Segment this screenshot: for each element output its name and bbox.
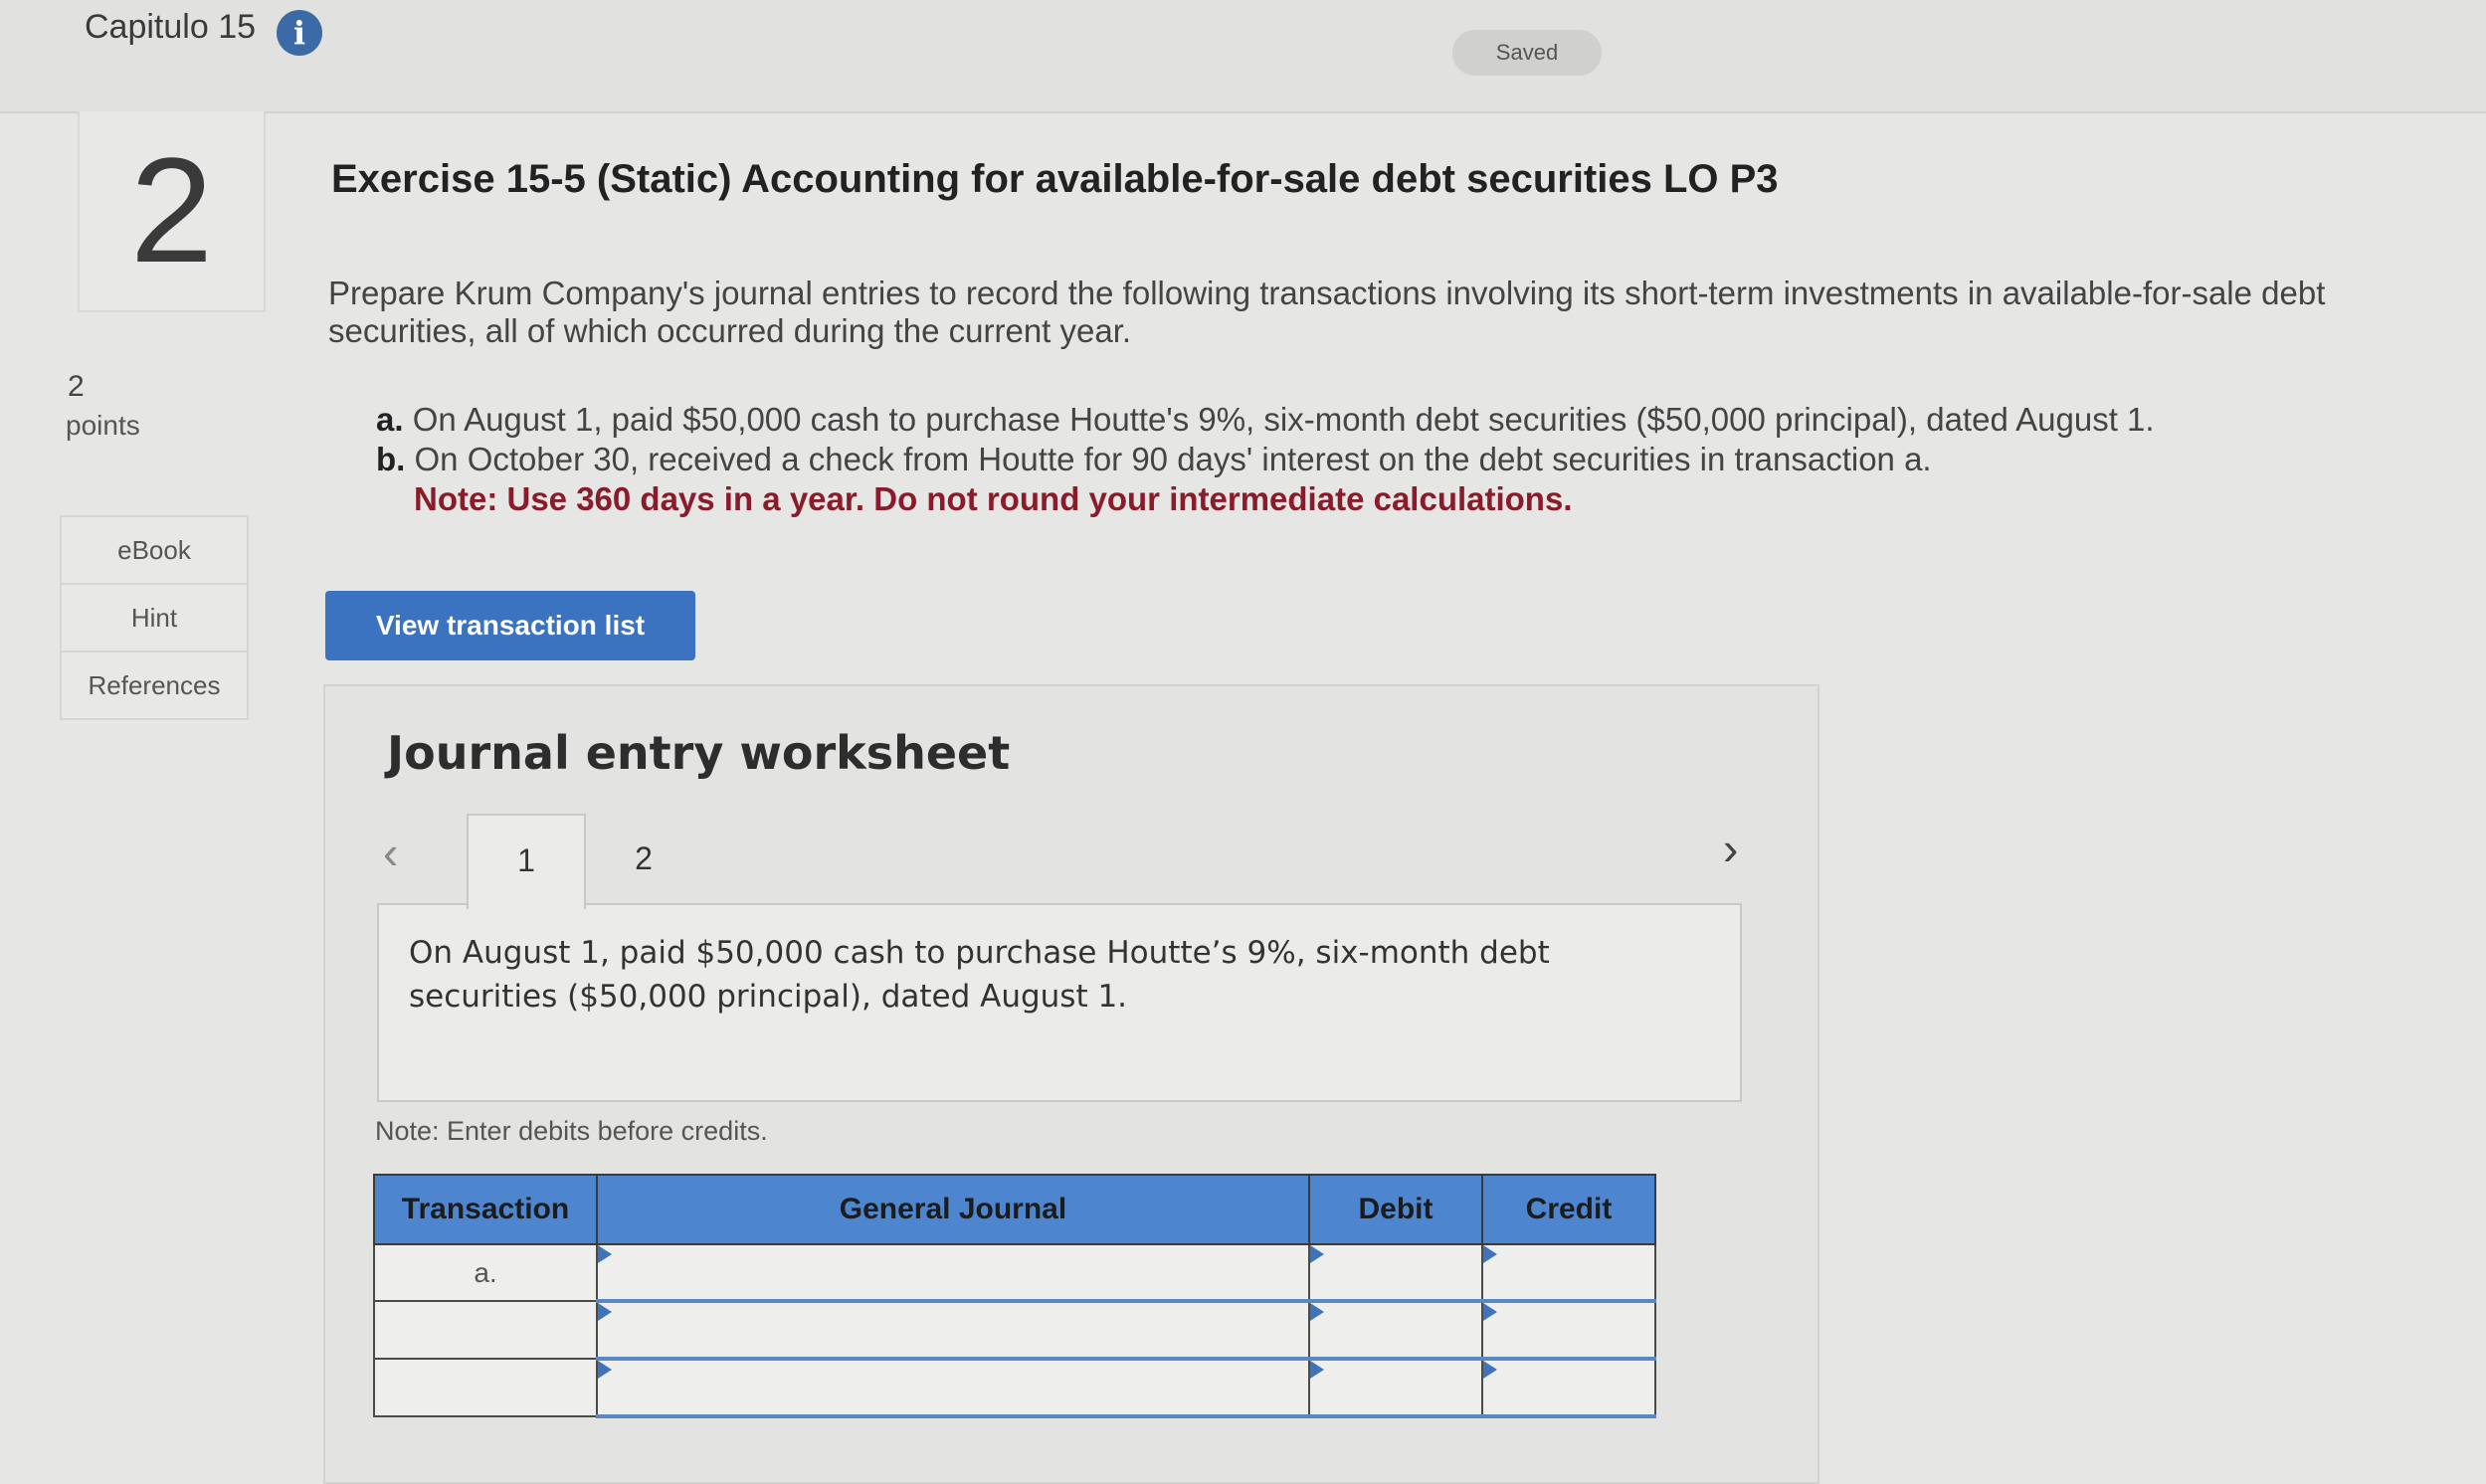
item-text: On October 30, received a check from Hou… — [414, 441, 1932, 477]
worksheet-title: Journal entry worksheet — [387, 726, 1011, 780]
transaction-item-a: a. On August 1, paid $50,000 cash to pur… — [376, 400, 2366, 440]
chapter-title: Capitulo 15 — [85, 8, 257, 46]
transaction-list: a. On August 1, paid $50,000 cash to pur… — [376, 400, 2366, 519]
debit-input[interactable] — [1308, 1300, 1483, 1361]
column-header-credit: Credit — [1481, 1174, 1656, 1245]
table-row: a. — [373, 1243, 1656, 1303]
exercise-title: Exercise 15-5 (Static) Accounting for av… — [331, 157, 1779, 201]
transaction-description: On August 1, paid $50,000 cash to purcha… — [409, 935, 1550, 1015]
debits-note: Note: Enter debits before credits. — [375, 1116, 768, 1146]
column-header-transaction: Transaction — [373, 1174, 598, 1245]
credit-input[interactable] — [1481, 1358, 1656, 1418]
view-transaction-list-button[interactable]: View transaction list — [325, 591, 695, 660]
account-select[interactable] — [596, 1243, 1310, 1303]
transaction-cell: a. — [373, 1243, 598, 1302]
account-select[interactable] — [596, 1300, 1310, 1361]
transaction-description-box: On August 1, paid $50,000 cash to purcha… — [377, 903, 1742, 1102]
saved-status-badge: Saved — [1452, 30, 1602, 76]
account-select[interactable] — [596, 1358, 1310, 1418]
table-row — [373, 1358, 1656, 1418]
column-header-general-journal: General Journal — [596, 1174, 1310, 1245]
table-header-row: Transaction General Journal Debit Credit — [373, 1174, 1656, 1245]
general-journal-table: Transaction General Journal Debit Credit… — [373, 1174, 1656, 1418]
tab-1[interactable]: 1 — [467, 814, 586, 909]
item-letter: a. — [376, 401, 404, 438]
debit-input[interactable] — [1308, 1358, 1483, 1418]
credit-input[interactable] — [1481, 1300, 1656, 1361]
chevron-left-icon[interactable]: ‹ — [383, 826, 398, 879]
journal-entry-worksheet: Journal entry worksheet ‹ 1 2 › On Augus… — [323, 684, 1819, 1484]
table-row — [373, 1300, 1656, 1361]
instruction-note: Note: Use 360 days in a year. Do not rou… — [414, 480, 1573, 517]
tab-2[interactable]: 2 — [586, 814, 701, 907]
item-letter: b. — [376, 441, 406, 477]
transaction-cell — [373, 1358, 598, 1417]
question-number-box: 2 — [78, 111, 266, 312]
points-value: 2 — [68, 370, 85, 403]
credit-input[interactable] — [1481, 1243, 1656, 1303]
transaction-item-b: b. On October 30, received a check from … — [376, 440, 2366, 479]
exercise-prompt: Prepare Krum Company's journal entries t… — [328, 275, 2326, 349]
ebook-link[interactable]: eBook — [60, 515, 249, 583]
hint-link[interactable]: Hint — [60, 583, 249, 650]
debit-input[interactable] — [1308, 1243, 1483, 1303]
side-links: eBook Hint References — [60, 515, 249, 720]
item-text: On August 1, paid $50,000 cash to purcha… — [412, 401, 2155, 438]
points-label: points — [66, 410, 140, 441]
transaction-cell — [373, 1300, 598, 1360]
column-header-debit: Debit — [1308, 1174, 1483, 1245]
top-bar: Capitulo 15 i Saved — [0, 0, 2486, 113]
chevron-right-icon[interactable]: › — [1723, 822, 1738, 875]
question-number: 2 — [129, 126, 214, 293]
info-icon[interactable]: i — [277, 10, 322, 56]
references-link[interactable]: References — [60, 650, 249, 720]
